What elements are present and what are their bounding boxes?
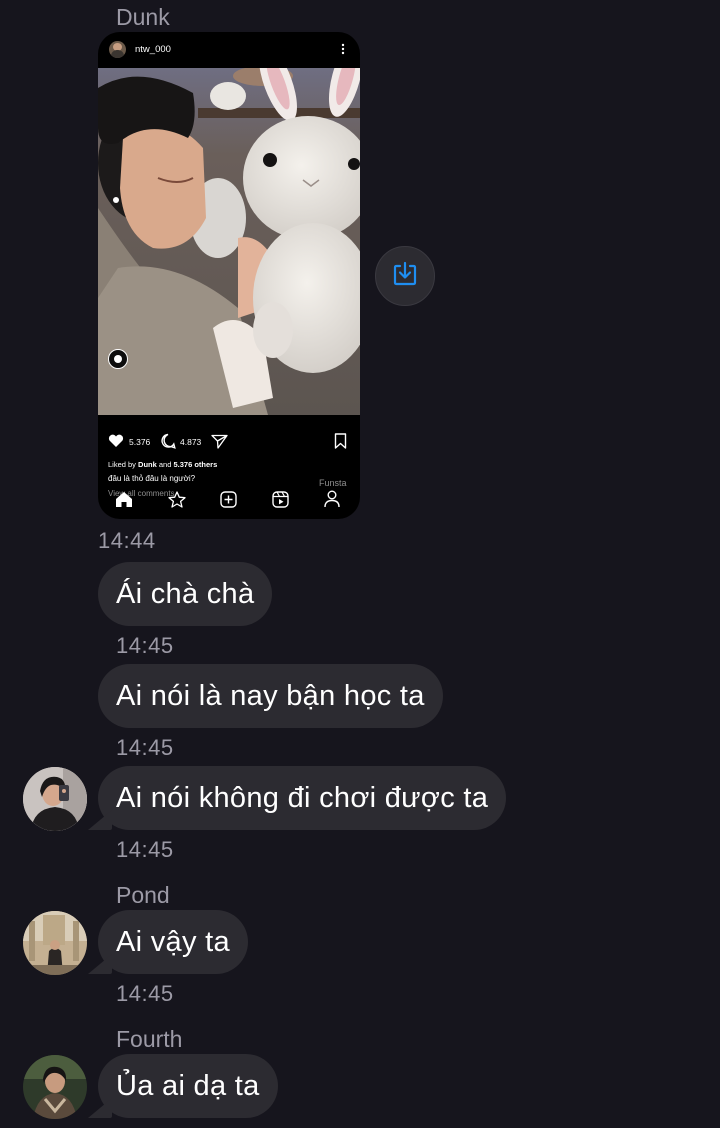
tagged-user-icon[interactable] [108, 349, 128, 369]
comments-count: 4.873 [180, 437, 202, 447]
timestamp: 14:45 [116, 981, 174, 1006]
comment-icon[interactable] [160, 433, 176, 449]
send-icon[interactable] [211, 434, 228, 449]
post-username[interactable]: ntw_000 [135, 44, 171, 55]
shared-post-card[interactable]: ntw_000 5.376 4.873 Liked by Dunk and 5.… [98, 32, 360, 519]
message-text: Ủa ai dạ ta [116, 1069, 260, 1102]
heart-icon[interactable] [108, 434, 124, 448]
message-bubble[interactable]: Ai nói không đi chơi được ta [98, 766, 507, 830]
liked-by-others[interactable]: 5.376 others [173, 460, 217, 469]
message-text: Ai nói không đi chơi được ta [116, 781, 489, 814]
profile-icon[interactable] [324, 490, 340, 508]
post-photo[interactable] [98, 68, 360, 415]
reels-icon[interactable] [272, 491, 289, 508]
liked-by-mid: and [156, 460, 174, 469]
post-author-avatar[interactable] [109, 41, 126, 58]
sender-name-fourth: Fourth [116, 1026, 183, 1052]
add-icon[interactable] [220, 491, 237, 508]
liked-by-name[interactable]: Dunk [138, 460, 157, 469]
funsta-watermark: Funsta [319, 478, 347, 488]
timestamp: 14:45 [116, 735, 174, 760]
message-text: Ai vậy ta [116, 925, 230, 958]
download-button[interactable] [375, 246, 435, 306]
bookmark-icon[interactable] [334, 433, 347, 449]
download-icon [391, 260, 419, 293]
liked-by-prefix: Liked by [108, 460, 139, 469]
liked-by-line: Liked by Dunk and 5.376 others [108, 460, 217, 469]
message-bubble[interactable]: Ai vậy ta [98, 910, 248, 974]
star-icon[interactable] [168, 491, 186, 508]
timestamp: 14:44 [98, 528, 156, 553]
more-options-icon[interactable] [341, 41, 345, 57]
timestamp: 14:45 [116, 837, 174, 862]
sender-name-pond: Pond [116, 882, 170, 908]
post-header: ntw_000 [98, 32, 360, 68]
post-caption: đâu là thỏ đâu là người? [108, 474, 196, 483]
message-text: Ái chà chà [116, 577, 255, 610]
avatar[interactable] [23, 1055, 87, 1119]
avatar[interactable] [23, 767, 87, 831]
sender-name-dunk: Dunk [116, 4, 170, 30]
message-bubble[interactable]: Ai nói là nay bận học ta [98, 664, 443, 728]
timestamp: 14:45 [116, 633, 174, 658]
likes-count: 5.376 [129, 437, 151, 447]
message-bubble[interactable]: Ủa ai dạ ta [98, 1054, 278, 1118]
home-icon[interactable] [115, 491, 133, 508]
avatar[interactable] [23, 911, 87, 975]
message-bubble[interactable]: Ái chà chà [98, 562, 273, 626]
message-text: Ai nói là nay bận học ta [116, 679, 425, 712]
